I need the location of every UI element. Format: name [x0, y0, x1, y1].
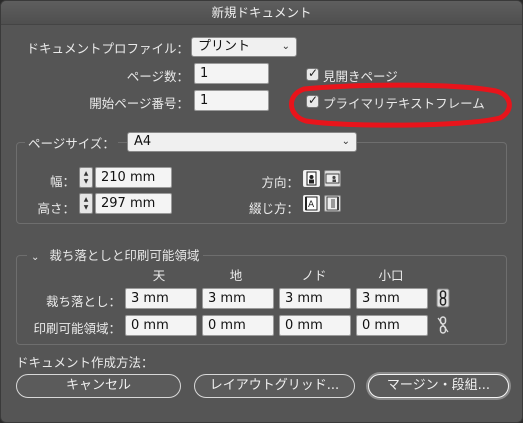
create-method-label: ドキュメント作成方法：: [16, 355, 154, 370]
start-page-input[interactable]: 1: [194, 90, 269, 111]
pages-label: ページ数：: [126, 69, 189, 84]
height-input[interactable]: 297 mm: [95, 193, 172, 214]
page-size-value: A4: [134, 134, 152, 149]
bleed-top-input[interactable]: 3 mm: [125, 288, 197, 309]
chevron-down-icon: ⌄: [341, 136, 350, 147]
facing-pages-checkbox[interactable]: [306, 66, 319, 81]
cancel-button[interactable]: キャンセル: [16, 374, 181, 398]
col-top-label: 天: [152, 268, 166, 283]
landscape-orientation-button[interactable]: [324, 170, 341, 187]
chevron-down-icon: ⌄: [31, 252, 40, 263]
bleed-outside-input[interactable]: 3 mm: [356, 288, 428, 309]
width-label: 幅：: [49, 174, 75, 189]
bleed-slug-legend: 裁ち落としと印刷可能領域: [49, 248, 200, 263]
right-binding-button[interactable]: [324, 195, 341, 212]
bleed-inside-input[interactable]: 3 mm: [279, 288, 351, 309]
left-binding-button[interactable]: A: [303, 195, 320, 212]
portrait-icon: [306, 171, 317, 186]
slug-top-input[interactable]: 0 mm: [125, 315, 197, 336]
slug-label: 印刷可能領域：: [33, 321, 121, 336]
right-binding-icon: [326, 196, 339, 211]
binding-label: 綴じ方：: [248, 201, 299, 216]
new-document-dialog: 新規ドキュメント ドキュメントプロファイル： プリント ⌄ ページ数： 1 開始…: [0, 0, 523, 423]
left-binding-icon: A: [305, 196, 318, 211]
dialog-title: 新規ドキュメント: [1, 1, 522, 25]
page-size-select[interactable]: A4 ⌄: [127, 132, 357, 152]
height-stepper[interactable]: ▲ ▼: [79, 193, 93, 214]
orientation-label: 方向：: [261, 175, 299, 190]
layout-grid-button[interactable]: レイアウトグリッド...: [194, 374, 355, 398]
pages-input[interactable]: 1: [194, 63, 269, 84]
width-stepper[interactable]: ▲ ▼: [79, 167, 93, 188]
landscape-icon: [325, 173, 340, 184]
slug-outside-input[interactable]: 0 mm: [356, 315, 428, 336]
slug-inside-input[interactable]: 0 mm: [279, 315, 351, 336]
col-bottom-label: 地: [229, 268, 243, 283]
page-size-legend: ページサイズ：: [25, 133, 118, 152]
col-inside-label: ノド: [301, 268, 327, 283]
width-input[interactable]: 210 mm: [95, 167, 172, 188]
unlink-icon[interactable]: [436, 315, 450, 335]
bleed-slug-header[interactable]: ⌄ 裁ち落としと印刷可能領域: [27, 245, 204, 264]
profile-value: プリント: [198, 39, 251, 54]
slug-bottom-input[interactable]: 0 mm: [202, 315, 274, 336]
margins-columns-button[interactable]: マージン・段組...: [368, 374, 509, 398]
bleed-bottom-input[interactable]: 3 mm: [202, 288, 274, 309]
red-annotation-circle: [289, 82, 512, 128]
bleed-label: 裁ち落とし：: [45, 294, 121, 309]
height-label: 高さ：: [37, 201, 75, 216]
svg-text:A: A: [308, 200, 315, 210]
profile-select[interactable]: プリント ⌄: [191, 37, 297, 57]
chevron-down-icon: ⌄: [281, 41, 290, 52]
col-outside-label: 小口: [378, 268, 404, 283]
profile-label: ドキュメントプロファイル：: [26, 41, 189, 56]
portrait-orientation-button[interactable]: [303, 170, 320, 187]
start-page-label: 開始ページ番号：: [89, 96, 189, 111]
link-icon[interactable]: [436, 288, 450, 308]
